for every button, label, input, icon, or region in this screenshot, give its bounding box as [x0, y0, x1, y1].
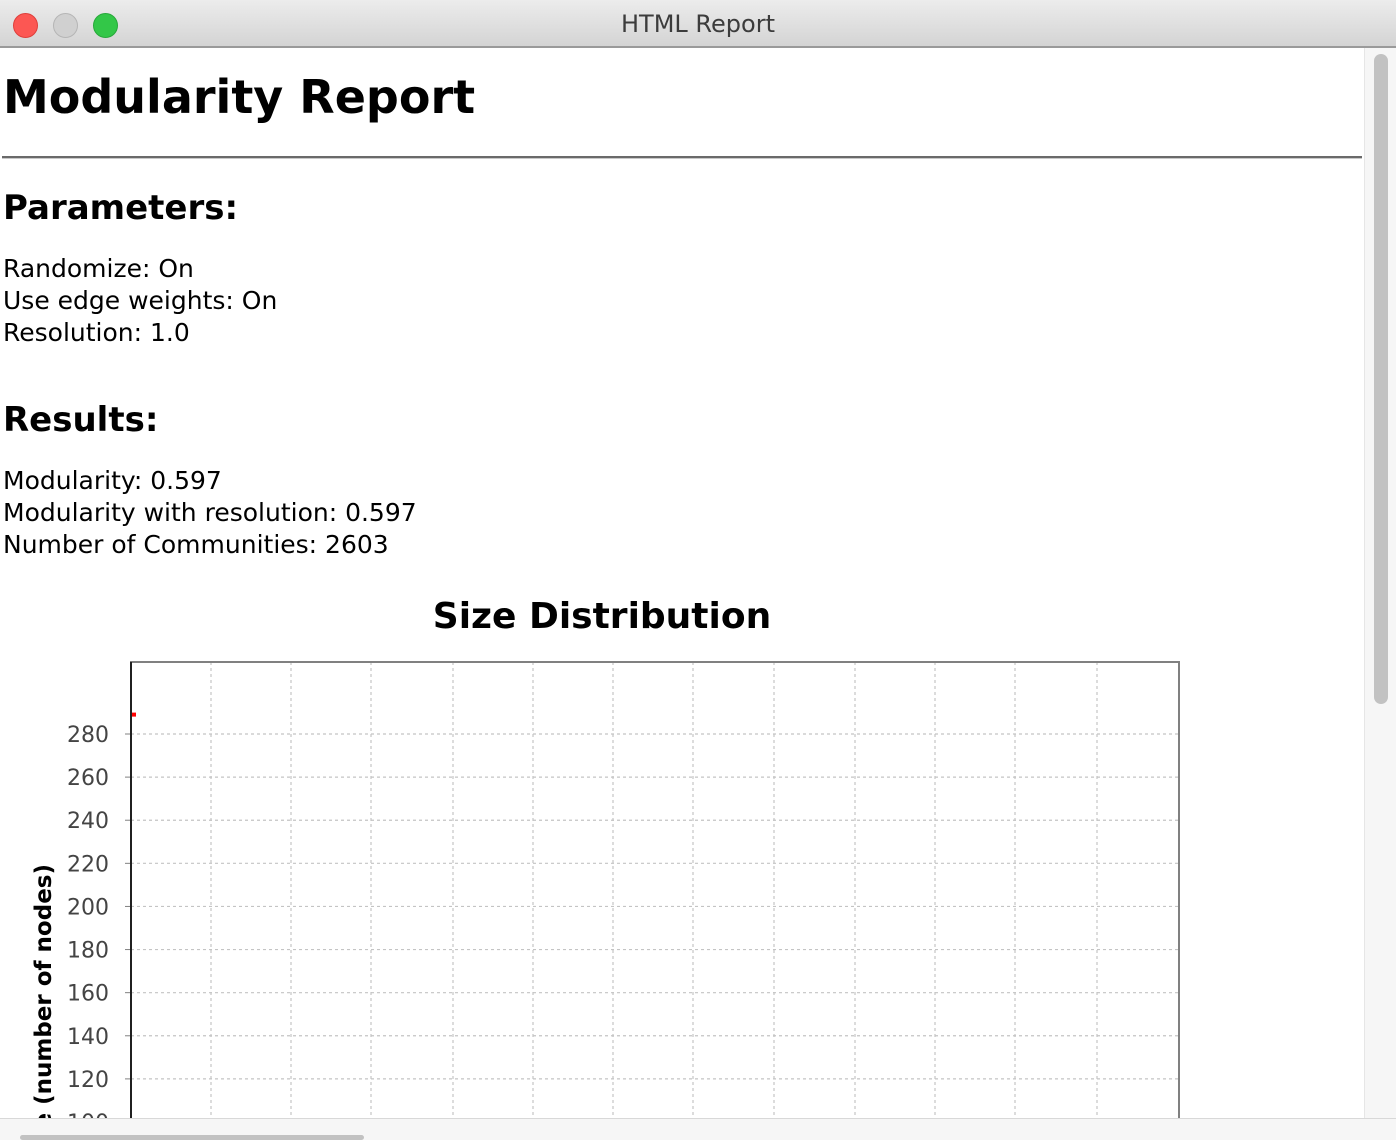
- window-title: HTML Report: [621, 10, 775, 38]
- y-tick-label: 180: [67, 939, 109, 964]
- plot-area-frame: [130, 661, 1180, 1118]
- chart-grid: [131, 662, 1179, 1118]
- data-point: [132, 712, 136, 717]
- y-axis-ticks: 80100120140160180200220240260280: [67, 723, 131, 1118]
- parameter-resolution: Resolution: 1.0: [3, 318, 190, 347]
- horizontal-scrollbar[interactable]: [0, 1118, 1396, 1140]
- result-modularity: Modularity: 0.597: [3, 466, 222, 495]
- y-tick-label: 140: [67, 1025, 109, 1050]
- y-tick-label: 200: [67, 895, 109, 920]
- horizontal-scroll-thumb[interactable]: [20, 1135, 364, 1140]
- y-tick-label: 260: [67, 766, 109, 791]
- report-title: Modularity Report: [3, 70, 476, 124]
- data-points: [132, 712, 136, 717]
- chart-title: Size Distribution: [432, 596, 772, 637]
- result-modularity-with-resolution: Modularity with resolution: 0.597: [3, 498, 417, 527]
- title-bar[interactable]: HTML Report: [0, 0, 1396, 48]
- y-tick-label: 220: [67, 852, 109, 877]
- result-number-of-communities: Number of Communities: 2603: [3, 530, 389, 559]
- title-divider: [2, 156, 1362, 159]
- size-distribution-chart: 80100120140160180200220240260280 ize (nu…: [31, 661, 1180, 1118]
- report-window: HTML Report Modularity Report Parameters…: [0, 0, 1396, 1140]
- y-tick-label: 120: [67, 1068, 109, 1093]
- parameter-randomize: Randomize: On: [3, 254, 194, 283]
- parameters-heading: Parameters:: [3, 188, 239, 228]
- y-tick-label: 280: [67, 723, 109, 748]
- vertical-scrollbar[interactable]: [1364, 48, 1396, 1118]
- vertical-scroll-thumb[interactable]: [1374, 54, 1388, 704]
- y-axis-label: ize (number of nodes): [31, 864, 57, 1118]
- y-tick-label: 160: [67, 982, 109, 1007]
- parameter-edge-weights: Use edge weights: On: [3, 286, 278, 315]
- y-tick-label: 240: [67, 809, 109, 834]
- results-heading: Results:: [3, 400, 159, 440]
- y-tick-label: 100: [67, 1111, 109, 1118]
- report-content: Modularity Report Parameters: Randomize:…: [0, 48, 1364, 1118]
